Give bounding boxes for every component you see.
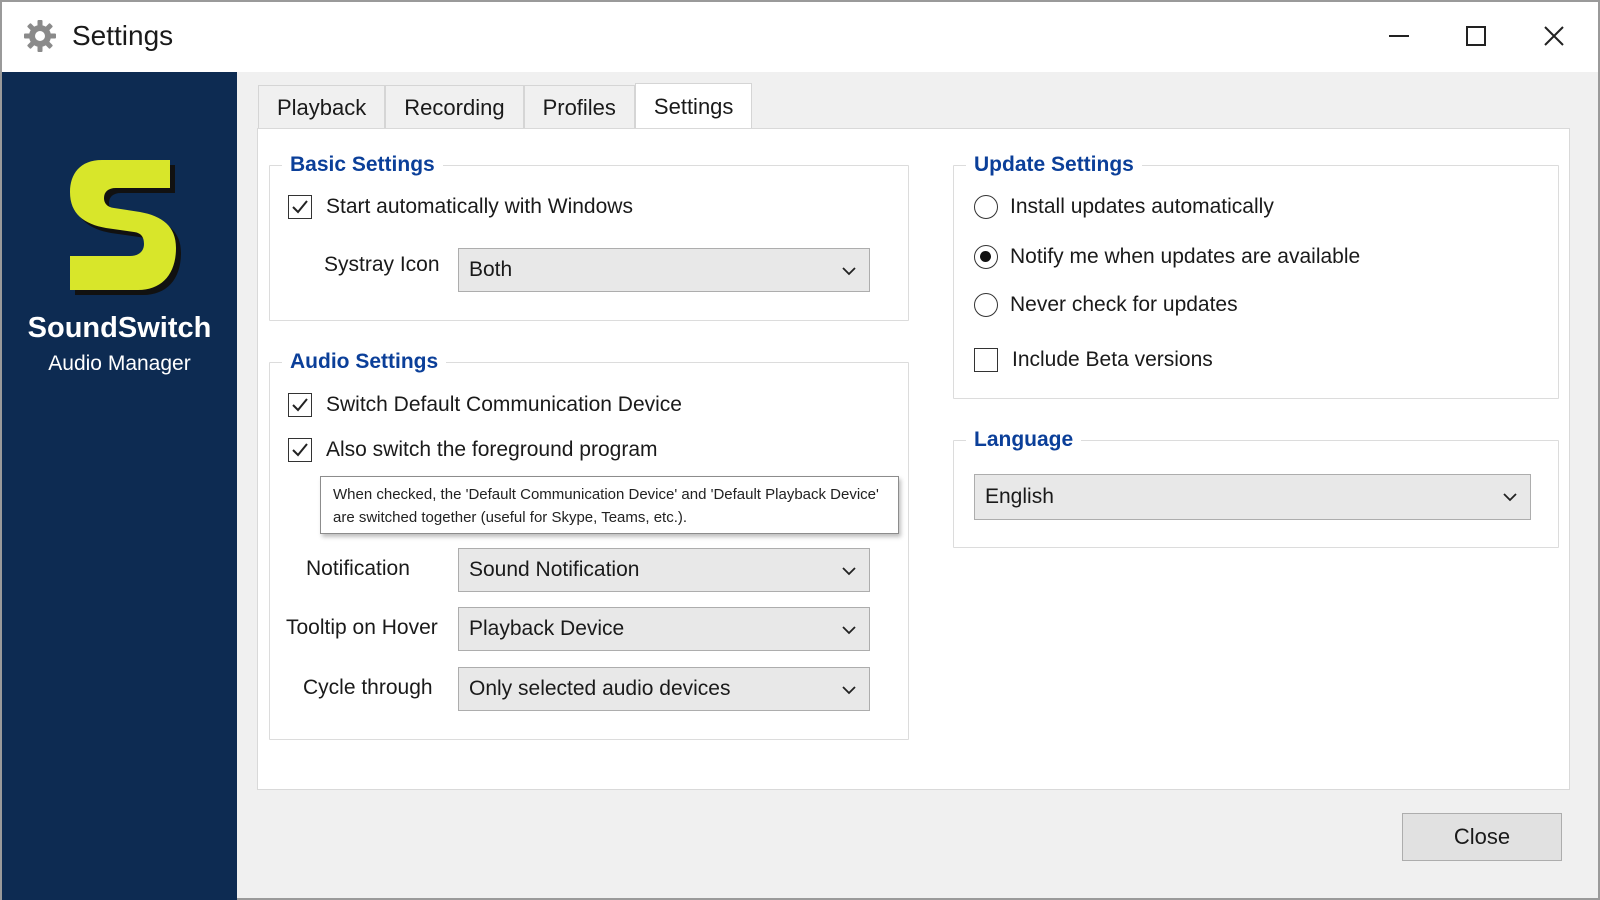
soundswitch-logo: [70, 160, 181, 295]
notification-label: Notification: [306, 557, 410, 580]
tab-strip: Playback Recording Profiles Settings: [258, 83, 753, 129]
cycle-through-label: Cycle through: [303, 676, 433, 699]
tab-settings[interactable]: Settings: [634, 83, 753, 128]
notify-updates-row[interactable]: Notify me when updates are available: [974, 245, 1360, 269]
notification-select[interactable]: Sound Notification: [458, 548, 870, 592]
include-beta-checkbox[interactable]: [974, 348, 998, 372]
tab-recording[interactable]: Recording: [385, 85, 524, 128]
chevron-down-icon: [1503, 493, 1517, 502]
minimize-icon: [1389, 35, 1409, 37]
title-bar: Settings: [2, 2, 1598, 72]
maximize-button[interactable]: [1454, 16, 1498, 56]
start-with-windows-label: Start automatically with Windows: [326, 195, 633, 218]
audio-settings-legend: Audio Settings: [290, 350, 439, 373]
cycle-through-value: Only selected audio devices: [469, 677, 731, 700]
notify-updates-label: Notify me when updates are available: [1010, 245, 1361, 268]
never-check-row[interactable]: Never check for updates: [974, 293, 1238, 317]
systray-icon-label: Systray Icon: [324, 253, 440, 276]
chevron-down-icon: [842, 626, 856, 635]
install-auto-label: Install updates automatically: [1010, 195, 1274, 218]
notification-value: Sound Notification: [469, 558, 640, 581]
systray-icon-row: Systray Icon: [324, 253, 440, 277]
switch-foreground-label: Also switch the foreground program: [326, 438, 658, 461]
minimize-button[interactable]: [1377, 16, 1421, 56]
check-icon: [292, 398, 308, 412]
switch-foreground-row[interactable]: Also switch the foreground program: [288, 438, 658, 462]
notify-updates-radio[interactable]: [974, 245, 998, 269]
start-with-windows-row[interactable]: Start automatically with Windows: [288, 195, 633, 219]
never-check-radio[interactable]: [974, 293, 998, 317]
switch-foreground-checkbox[interactable]: [288, 438, 312, 462]
install-auto-radio[interactable]: [974, 195, 998, 219]
settings-window: Settings SoundSwitch Audio Manager Playb…: [0, 0, 1600, 900]
cycle-through-select[interactable]: Only selected audio devices: [458, 667, 870, 711]
basic-settings-legend: Basic Settings: [290, 153, 435, 176]
tab-playback[interactable]: Playback: [258, 85, 386, 128]
window-title: Settings: [72, 20, 174, 51]
tooltip-line-1: When checked, the 'Default Communication…: [333, 486, 879, 503]
tooltip-on-hover-row: Tooltip on Hover: [286, 616, 438, 640]
install-auto-row[interactable]: Install updates automatically: [974, 195, 1274, 219]
gear-icon: [24, 20, 56, 52]
language-legend: Language: [974, 428, 1074, 451]
check-icon: [292, 443, 308, 457]
brand-subtitle: Audio Manager: [48, 352, 191, 375]
update-settings-legend: Update Settings: [974, 153, 1134, 176]
basic-settings-group: Basic Settings: [269, 153, 909, 321]
close-icon: [1544, 26, 1564, 46]
chevron-down-icon: [842, 267, 856, 276]
notification-row: Notification: [306, 557, 410, 581]
brand-sidebar: SoundSwitch Audio Manager: [2, 72, 237, 900]
include-beta-label: Include Beta versions: [1012, 348, 1213, 371]
never-check-label: Never check for updates: [1010, 293, 1238, 316]
tooltip-line-2: are switched together (useful for Skype,…: [333, 509, 688, 526]
brand-name: SoundSwitch: [27, 312, 212, 344]
close-window-button[interactable]: [1532, 16, 1576, 56]
chevron-down-icon: [842, 686, 856, 695]
switch-comm-device-label: Switch Default Communication Device: [326, 393, 682, 416]
systray-icon-value: Both: [469, 258, 513, 281]
systray-icon-select[interactable]: Both: [458, 248, 870, 292]
tooltip-on-hover-label: Tooltip on Hover: [286, 616, 438, 639]
tooltip-on-hover-select[interactable]: Playback Device: [458, 607, 870, 651]
include-beta-row[interactable]: Include Beta versions: [974, 348, 1213, 372]
switch-comm-device-checkbox[interactable]: [288, 393, 312, 417]
switch-comm-device-row[interactable]: Switch Default Communication Device: [288, 393, 682, 417]
close-button[interactable]: Close: [1402, 813, 1562, 861]
cycle-through-row: Cycle through: [303, 676, 433, 700]
start-with-windows-checkbox[interactable]: [288, 195, 312, 219]
chevron-down-icon: [842, 567, 856, 576]
maximize-icon: [1466, 26, 1486, 46]
language-select[interactable]: English: [974, 474, 1531, 520]
tab-profiles[interactable]: Profiles: [523, 85, 635, 128]
check-icon: [292, 200, 308, 214]
language-value: English: [985, 485, 1054, 508]
foreground-tooltip: When checked, the 'Default Communication…: [320, 476, 899, 534]
tooltip-on-hover-value: Playback Device: [469, 617, 625, 640]
settings-panel: Basic Settings Start automatically with …: [257, 128, 1570, 790]
